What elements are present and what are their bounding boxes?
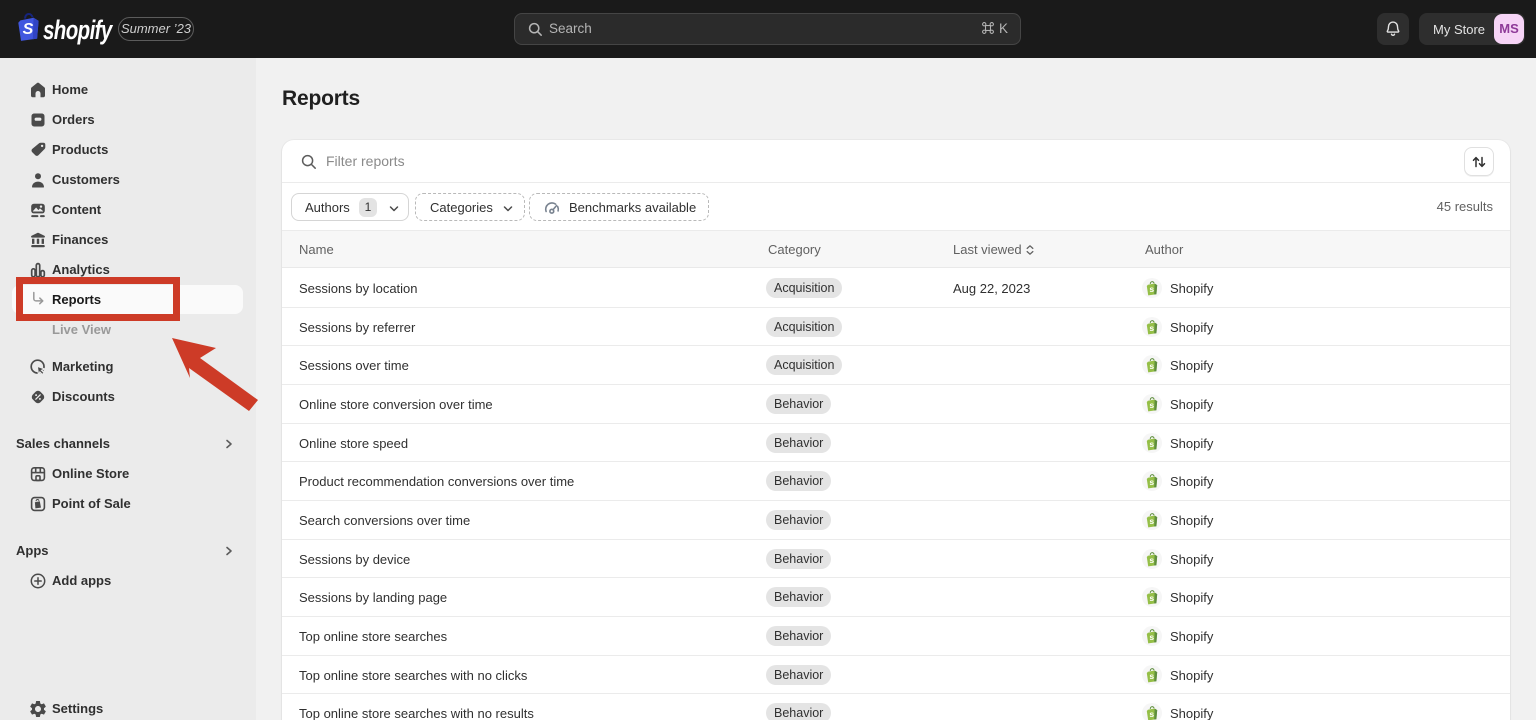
svg-text:s: s bbox=[1149, 438, 1154, 448]
svg-text:s: s bbox=[1149, 554, 1154, 564]
svg-text:s: s bbox=[1149, 284, 1154, 294]
svg-text:s: s bbox=[1149, 709, 1154, 719]
svg-text:s: s bbox=[1149, 632, 1154, 642]
svg-text:s: s bbox=[1149, 670, 1154, 680]
svg-text:s: s bbox=[1149, 400, 1154, 410]
svg-text:s: s bbox=[1149, 516, 1154, 526]
svg-text:S: S bbox=[23, 21, 34, 38]
svg-text:s: s bbox=[1149, 361, 1154, 371]
svg-text:s: s bbox=[1149, 477, 1154, 487]
svg-text:s: s bbox=[1149, 593, 1154, 603]
svg-text:s: s bbox=[1149, 322, 1154, 332]
